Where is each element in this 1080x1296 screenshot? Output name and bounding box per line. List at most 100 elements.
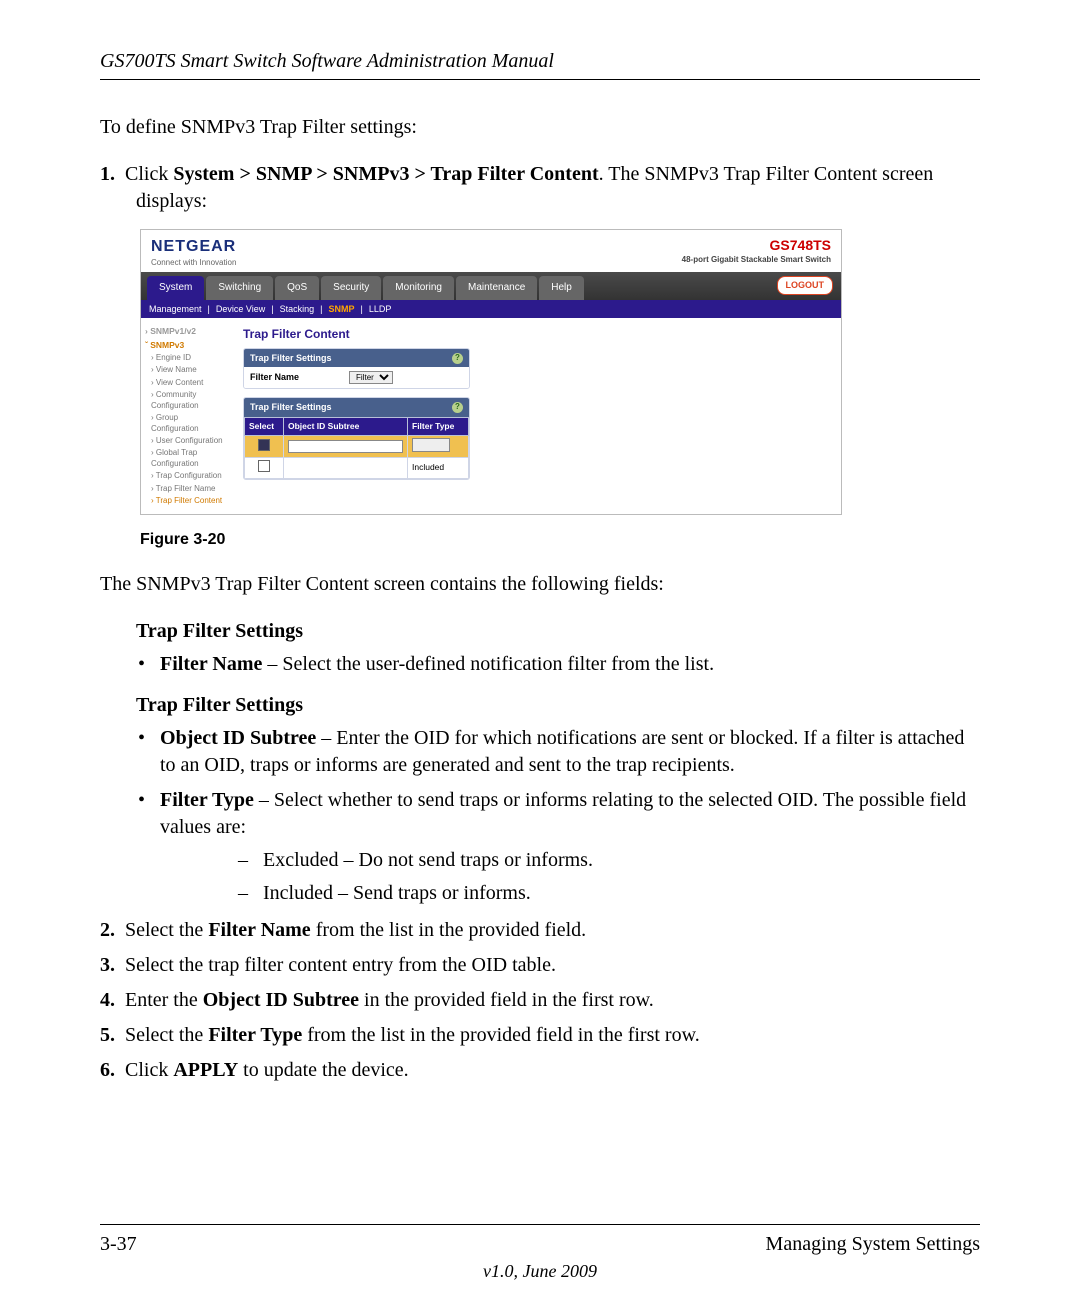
panel1-title: Trap Filter Settings (250, 352, 332, 364)
filter-name-label: Filter Name (250, 372, 299, 382)
list-item: • Filter Type – Select whether to send t… (100, 787, 980, 907)
oid-input[interactable] (288, 440, 403, 453)
body-content: To define SNMPv3 Trap Filter settings: 1… (100, 114, 980, 1084)
section-heading: Trap Filter Settings (136, 618, 980, 645)
sidebar-item-globaltrap[interactable]: › Global Trap Configuration (151, 448, 227, 470)
step-1: 1. Click System > SNMP > SNMPv3 > Trap F… (100, 161, 980, 215)
sidebar-snmpv3[interactable]: ˇ SNMPv3 (145, 340, 227, 351)
term: Filter Type (160, 789, 254, 811)
list-item: • Object ID Subtree – Enter the OID for … (100, 725, 980, 779)
intro-paragraph: To define SNMPv3 Trap Filter settings: (100, 114, 980, 141)
subtab-lldp[interactable]: LLDP (369, 303, 392, 315)
document-page: GS700TS Smart Switch Software Administra… (0, 0, 1080, 1296)
th-oid: Object ID Subtree (284, 417, 408, 435)
netgear-tagline: Connect with Innovation (151, 258, 236, 269)
panel1-body: Filter Name Filter1 (244, 367, 469, 388)
ss-main-tabs: System Switching QoS Security Monitoring… (141, 272, 841, 300)
table-row: Included (245, 458, 469, 478)
help-icon[interactable]: ? (452, 353, 463, 364)
sidebar-snmpv1v2[interactable]: › SNMPv1/v2 (145, 326, 227, 337)
sidebar-item-trapfiltername[interactable]: › Trap Filter Name (151, 484, 227, 495)
term: Object ID Subtree (160, 727, 316, 749)
ss-main-area: › SNMPv1/v2 ˇ SNMPv3 › Engine ID › View … (141, 318, 841, 514)
sidebar-item-trapconfig[interactable]: › Trap Configuration (151, 471, 227, 482)
ss-header-bar: NETGEAR Connect with Innovation GS748TS … (141, 230, 841, 272)
page-footer: 3-37 Managing System Settings (100, 1224, 980, 1256)
sidebar-item-user[interactable]: › User Configuration (151, 436, 227, 447)
product-subtitle: 48-port Gigabit Stackable Smart Switch (682, 255, 831, 266)
step-number: 6. (100, 1059, 115, 1081)
select-all-checkbox[interactable] (258, 439, 270, 451)
step-text-pre: Click (125, 163, 173, 185)
panel1-header: Trap Filter Settings ? (244, 349, 469, 367)
definition: – Select whether to send traps or inform… (160, 789, 966, 838)
dash-text: Excluded – Do not send traps or informs. (263, 849, 593, 871)
panel2-header: Trap Filter Settings ? (244, 398, 469, 416)
section-heading: Trap Filter Settings (136, 692, 980, 719)
dash-text: Included – Send traps or informs. (263, 882, 531, 904)
tab-switching[interactable]: Switching (206, 276, 273, 300)
step-number: 3. (100, 954, 115, 976)
tab-help[interactable]: Help (539, 276, 584, 300)
dash-list: – Excluded – Do not send traps or inform… (160, 847, 980, 907)
table-header-row: Select Object ID Subtree Filter Type (245, 417, 469, 435)
step-number: 1. (100, 163, 115, 185)
bullet-list-1: • Filter Name – Select the user-defined … (100, 651, 980, 678)
step-number: 2. (100, 919, 115, 941)
panel2-title: Trap Filter Settings (250, 401, 332, 413)
subtab-snmp[interactable]: SNMP (328, 303, 354, 315)
page-number: 3-37 (100, 1233, 137, 1256)
step-number: 4. (100, 989, 115, 1011)
page-version: v1.0, June 2009 (0, 1261, 1080, 1282)
table-row-input (245, 435, 469, 457)
tab-qos[interactable]: QoS (275, 276, 319, 300)
subtab-stacking[interactable]: Stacking (280, 303, 315, 315)
sidebar-item-viewcontent[interactable]: › View Content (151, 378, 227, 389)
tab-maintenance[interactable]: Maintenance (456, 276, 537, 300)
row-checkbox[interactable] (258, 460, 270, 472)
step-6: 6. Click APPLY to update the device. (100, 1057, 980, 1084)
embedded-screenshot: NETGEAR Connect with Innovation GS748TS … (140, 229, 842, 515)
filter-type-select[interactable] (412, 438, 450, 452)
netgear-logo: NETGEAR (151, 238, 236, 255)
step-4: 4. Enter the Object ID Subtree in the pr… (100, 987, 980, 1014)
definition: – Select the user-defined notification f… (262, 653, 714, 675)
sidebar-item-viewname[interactable]: › View Name (151, 365, 227, 376)
sidebar-item-group[interactable]: › Group Configuration (151, 413, 227, 435)
sidebar-item-engineid[interactable]: › Engine ID (151, 353, 227, 364)
panel-filter-name: Trap Filter Settings ? Filter Name Filte… (243, 348, 470, 389)
list-item: – Excluded – Do not send traps or inform… (160, 847, 980, 874)
step-5: 5. Select the Filter Type from the list … (100, 1022, 980, 1049)
term: Filter Name (160, 653, 262, 675)
product-name: GS748TS (682, 236, 831, 255)
ss-content-area: Trap Filter Content Trap Filter Settings… (231, 318, 841, 514)
oid-cell (284, 458, 408, 478)
list-item: – Included – Send traps or informs. (160, 880, 980, 907)
content-title: Trap Filter Content (243, 326, 829, 342)
list-item: • Filter Name – Select the user-defined … (100, 651, 980, 678)
figure-caption: Figure 3-20 (140, 529, 980, 551)
tab-monitoring[interactable]: Monitoring (383, 276, 454, 300)
bullet-list-2: • Object ID Subtree – Enter the OID for … (100, 725, 980, 907)
running-header: GS700TS Smart Switch Software Administra… (100, 50, 980, 80)
tab-security[interactable]: Security (321, 276, 381, 300)
sidebar-item-trapfiltercontent[interactable]: › Trap Filter Content (151, 496, 227, 507)
ss-logo-block: NETGEAR Connect with Innovation (151, 236, 236, 268)
sidebar-item-community[interactable]: › Community Configuration (151, 390, 227, 412)
steps-list-cont: 2. Select the Filter Name from the list … (100, 917, 980, 1084)
type-cell: Included (408, 458, 469, 478)
section-name: Managing System Settings (766, 1233, 980, 1256)
ss-product-block: GS748TS 48-port Gigabit Stackable Smart … (682, 236, 831, 266)
after-figure-paragraph: The SNMPv3 Trap Filter Content screen co… (100, 571, 980, 598)
subtab-deviceview[interactable]: Device View (216, 303, 265, 315)
help-icon[interactable]: ? (452, 402, 463, 413)
ss-sub-tabs: Management| Device View| Stacking| SNMP|… (141, 300, 841, 318)
tab-system[interactable]: System (147, 276, 204, 300)
subtab-management[interactable]: Management (149, 303, 202, 315)
th-select: Select (245, 417, 284, 435)
steps-list: 1. Click System > SNMP > SNMPv3 > Trap F… (100, 161, 980, 215)
step-3: 3. Select the trap filter content entry … (100, 952, 980, 979)
step-number: 5. (100, 1024, 115, 1046)
filter-name-select[interactable]: Filter1 (349, 371, 393, 384)
logout-button[interactable]: LOGOUT (777, 276, 834, 294)
